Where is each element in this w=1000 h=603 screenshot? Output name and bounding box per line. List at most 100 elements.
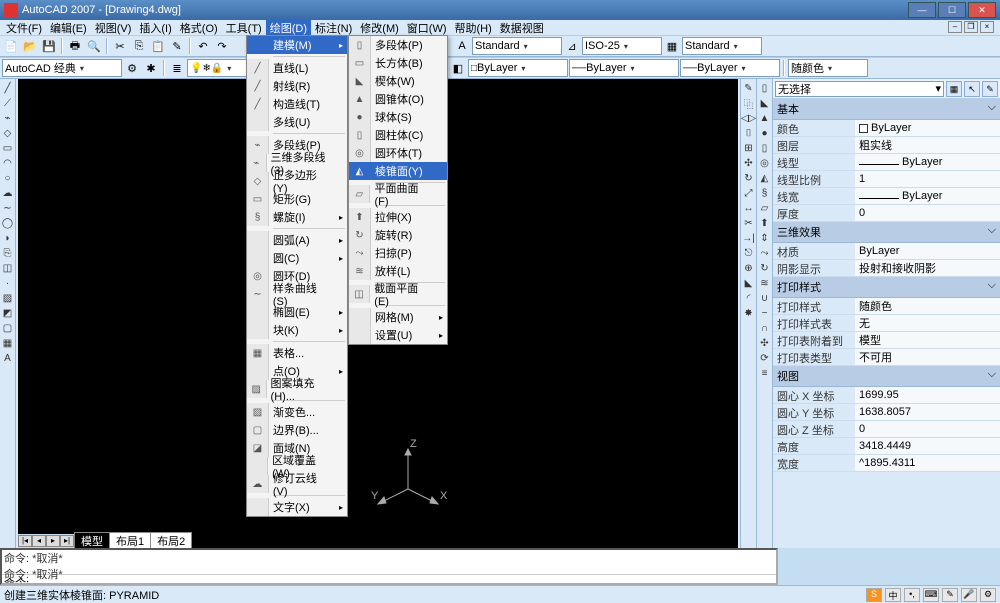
layer-state-dropdown[interactable]: 💡❄🔒▾: [187, 59, 247, 77]
print-icon[interactable]: 🖶: [66, 37, 84, 55]
layer-icon[interactable]: ≣: [168, 59, 186, 77]
menu-item[interactable]: ◫截面平面(E): [349, 285, 447, 303]
menu-item[interactable]: ▢边界(B)...: [247, 421, 347, 439]
maximize-button[interactable]: ☐: [938, 2, 966, 18]
open-icon[interactable]: 📂: [21, 37, 39, 55]
cylinder-icon[interactable]: ▯: [758, 141, 772, 155]
join-icon[interactable]: ⊕: [742, 261, 756, 275]
property-category[interactable]: 视图⌵: [773, 366, 1000, 387]
dim-style-dropdown[interactable]: ISO-25▾: [582, 37, 662, 55]
color-dropdown[interactable]: □ ByLayer▾: [468, 59, 568, 77]
menu-item[interactable]: ⤳扫掠(P): [349, 244, 447, 262]
mdi-close[interactable]: ×: [980, 21, 994, 33]
lineweight-dropdown[interactable]: ── ByLayer▾: [680, 59, 780, 77]
rect-icon[interactable]: ▭: [1, 141, 15, 155]
property-value[interactable]: 投射和接收阴影: [855, 260, 1000, 276]
paste-icon[interactable]: 📋: [149, 37, 167, 55]
property-row[interactable]: 厚度0: [773, 205, 1000, 222]
planesurf-icon[interactable]: ▱: [758, 201, 772, 215]
explode-icon[interactable]: ✸: [742, 306, 756, 320]
break-icon[interactable]: ⎋: [742, 246, 756, 260]
intersect-icon[interactable]: ∩: [758, 321, 772, 335]
undo-icon[interactable]: ↶: [194, 37, 212, 55]
property-value[interactable]: 随颜色: [855, 298, 1000, 314]
menu-item[interactable]: 数据视图: [496, 20, 548, 36]
3dalign-icon[interactable]: ≡: [758, 366, 772, 380]
menu-item[interactable]: 窗口(W): [403, 20, 451, 36]
command-line[interactable]: 命令: *取消* 命令: *取消* 命令:: [0, 548, 778, 585]
selection-dropdown[interactable]: 无选择▾: [775, 81, 944, 97]
menu-item[interactable]: ▨渐变色...: [247, 403, 347, 421]
menu-item[interactable]: ╱直线(L): [247, 59, 347, 77]
ime-punct-icon[interactable]: •,: [904, 588, 920, 602]
property-value[interactable]: 无: [855, 315, 1000, 331]
property-row[interactable]: 圆心 Y 坐标1638.8057: [773, 404, 1000, 421]
subtract-icon[interactable]: −: [758, 306, 772, 320]
property-value[interactable]: 1699.95: [855, 387, 1000, 403]
pickobj-icon[interactable]: ↖: [964, 81, 980, 97]
sweep-icon[interactable]: ⤳: [758, 246, 772, 260]
presspull-icon[interactable]: ⇕: [758, 231, 772, 245]
property-value[interactable]: 1: [855, 171, 1000, 187]
property-row[interactable]: 线型比例1: [773, 171, 1000, 188]
new-icon[interactable]: 📄: [2, 37, 20, 55]
menu-item[interactable]: ╱构造线(T): [247, 95, 347, 113]
ellipsearc-icon[interactable]: ◗: [1, 231, 15, 245]
ellipse-icon[interactable]: ◯: [1, 216, 15, 230]
menu-item[interactable]: ◭棱锥面(Y): [349, 162, 447, 180]
property-category[interactable]: 基本⌵: [773, 99, 1000, 120]
tab-first[interactable]: |◂: [18, 535, 32, 547]
match-icon[interactable]: ✎: [168, 37, 186, 55]
trim-icon[interactable]: ✂: [742, 216, 756, 230]
torus-icon[interactable]: ◎: [758, 156, 772, 170]
property-row[interactable]: 材质ByLayer: [773, 243, 1000, 260]
insert-icon[interactable]: ⎘: [1, 246, 15, 260]
chamfer-icon[interactable]: ◣: [742, 276, 756, 290]
circle-icon[interactable]: ○: [1, 171, 15, 185]
arc-icon[interactable]: ◠: [1, 156, 15, 170]
menu-bar[interactable]: 文件(F)编辑(E)视图(V)插入(I)格式(O)工具(T)绘图(D)标注(N)…: [0, 20, 1000, 35]
menu-item[interactable]: ▭长方体(B): [349, 54, 447, 72]
polygon-icon[interactable]: ◇: [1, 126, 15, 140]
property-value[interactable]: 1638.8057: [855, 404, 1000, 420]
property-row[interactable]: 圆心 Z 坐标0: [773, 421, 1000, 438]
table-style-icon[interactable]: ▦: [663, 37, 681, 55]
erase-icon[interactable]: ✎: [742, 81, 756, 95]
menu-item[interactable]: ╱射线(R): [247, 77, 347, 95]
menu-item[interactable]: 绘图(D): [266, 20, 311, 36]
menu-item[interactable]: 标注(N): [311, 20, 356, 36]
hatch-icon[interactable]: ▨: [1, 291, 15, 305]
rotate-icon[interactable]: ↻: [742, 171, 756, 185]
menu-item[interactable]: ▦表格...: [247, 344, 347, 362]
property-row[interactable]: 打印样式随颜色: [773, 298, 1000, 315]
menu-item[interactable]: 块(K)▸: [247, 321, 347, 339]
draw-menu[interactable]: 建模(M)▸╱直线(L)╱射线(R)╱构造线(T)多线(U)⌁多段线(P)⌁三维…: [246, 35, 348, 517]
property-category[interactable]: 三维效果⌵: [773, 222, 1000, 243]
3drotate-icon[interactable]: ⟳: [758, 351, 772, 365]
menu-item[interactable]: 工具(T): [222, 20, 266, 36]
menu-item[interactable]: 建模(M)▸: [247, 36, 347, 54]
property-row[interactable]: 颜色ByLayer: [773, 120, 1000, 137]
menu-item[interactable]: ⬆拉伸(X): [349, 208, 447, 226]
menu-item[interactable]: ↻旋转(R): [349, 226, 447, 244]
quickselect-icon[interactable]: ▦: [946, 81, 962, 97]
spline-icon[interactable]: ∼: [1, 201, 15, 215]
property-value[interactable]: 不可用: [855, 349, 1000, 365]
box-icon[interactable]: ▯: [758, 81, 772, 95]
workspace-settings-icon[interactable]: ⚙: [123, 59, 141, 77]
gear-icon[interactable]: ✱: [142, 59, 160, 77]
property-value[interactable]: 模型: [855, 332, 1000, 348]
property-row[interactable]: 高度3418.4449: [773, 438, 1000, 455]
xline-icon[interactable]: ⟋: [1, 96, 15, 110]
menu-item[interactable]: ▯多段体(P): [349, 36, 447, 54]
menu-item[interactable]: ▭矩形(G): [247, 190, 347, 208]
copy2-icon[interactable]: ⿻: [742, 96, 756, 110]
close-button[interactable]: ✕: [968, 2, 996, 18]
property-row[interactable]: 宽度^1895.4311: [773, 455, 1000, 472]
ime-icon[interactable]: S: [866, 588, 882, 602]
ime-soft-icon[interactable]: ⌨: [923, 588, 939, 602]
union-icon[interactable]: ∪: [758, 291, 772, 305]
property-row[interactable]: 打印表类型不可用: [773, 349, 1000, 366]
loft-icon[interactable]: ≋: [758, 276, 772, 290]
extend-icon[interactable]: →|: [742, 231, 756, 245]
